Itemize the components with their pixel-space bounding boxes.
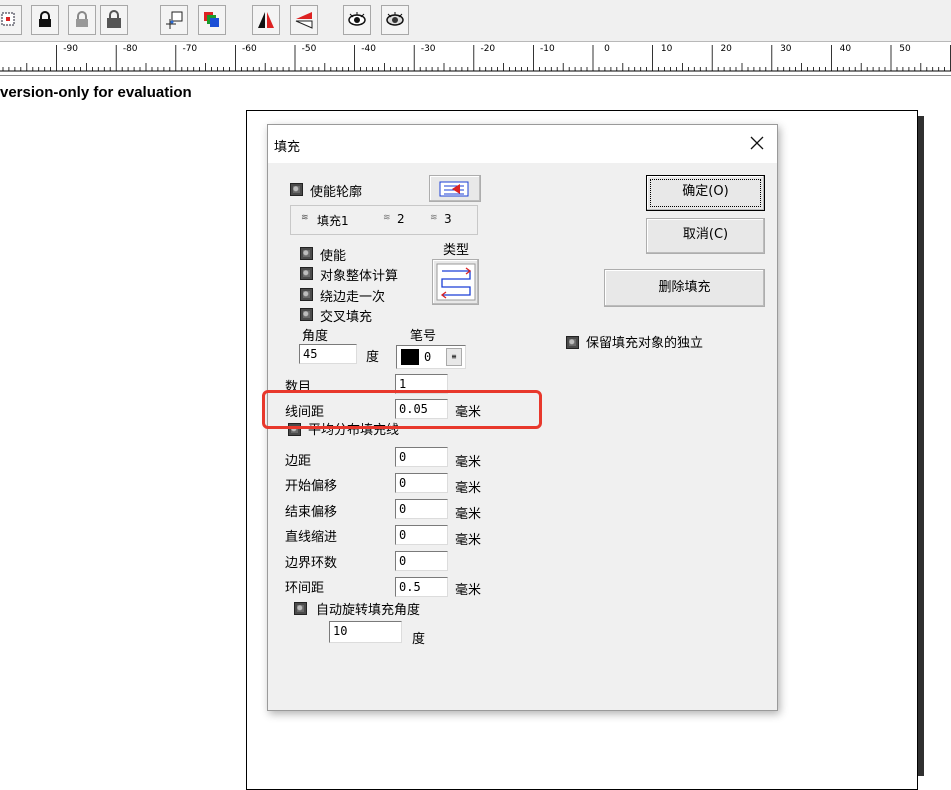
- delete-fill-button[interactable]: 删除填充: [604, 269, 765, 307]
- whole-calc-checkbox[interactable]: [300, 267, 313, 280]
- enable-checkbox[interactable]: [300, 247, 313, 260]
- keep-independent-checkbox[interactable]: [566, 336, 579, 349]
- horizontal-ruler: -90 -80 -70 -60 -50 -40 -30 -20 -10 0 10 20 30 40 50: [0, 42, 951, 76]
- ruler-label: -10: [540, 44, 555, 54]
- ruler-label: -60: [242, 44, 257, 54]
- view-eye-icon[interactable]: [343, 5, 371, 35]
- fill-type-icon: [436, 263, 476, 301]
- edge-once-checkbox[interactable]: [300, 288, 313, 301]
- ruler-label: 20: [720, 44, 732, 54]
- ruler-label: -70: [182, 44, 198, 54]
- loop-spacing-unit: 毫米: [455, 583, 482, 598]
- rotate-angle-input[interactable]: 10: [329, 621, 402, 643]
- layer-color-icon[interactable]: [198, 5, 226, 35]
- line-indent-unit: 毫米: [455, 533, 482, 548]
- ruler-label: 30: [780, 44, 792, 54]
- pen-label: 笔号: [410, 329, 437, 344]
- outline-pen-button[interactable]: [429, 175, 481, 202]
- outline-pen-icon: [439, 181, 469, 197]
- angle-label: 角度: [302, 329, 329, 344]
- tab-fill1[interactable]: 填充1: [317, 212, 349, 229]
- evaluation-notice: version-only for evaluation: [0, 84, 192, 101]
- lock-icon[interactable]: [31, 5, 59, 35]
- tab3-icon: ≋: [430, 213, 438, 223]
- loop-spacing-input[interactable]: 0.5: [395, 577, 448, 597]
- pen-number: 0: [424, 350, 432, 364]
- ruler-label: -30: [420, 44, 436, 54]
- dialog-title: 填充: [274, 140, 301, 155]
- enable-outline-checkbox[interactable]: [290, 183, 303, 196]
- fill-type-button[interactable]: [432, 259, 479, 305]
- tab-fill3[interactable]: 3: [444, 212, 452, 226]
- mirror-vertical-icon[interactable]: [290, 5, 318, 35]
- start-offset-unit: 毫米: [455, 481, 482, 496]
- border-loops-input[interactable]: 0: [395, 551, 448, 571]
- cancel-button-label: 取消(C): [682, 227, 729, 242]
- view-all-eye-icon[interactable]: [381, 5, 409, 35]
- enable-label: 使能: [320, 249, 347, 264]
- mirror-horizontal-icon[interactable]: [252, 5, 280, 35]
- end-offset-label: 结束偏移: [285, 505, 338, 520]
- position-icon[interactable]: [160, 5, 188, 35]
- line-indent-input[interactable]: 0: [395, 525, 448, 545]
- fill-tabs: ≋ 填充1 ≋ 2 ≋ 3: [290, 205, 478, 235]
- border-loops-label: 边界环数: [285, 556, 338, 571]
- toolbar: [0, 0, 951, 42]
- cross-fill-label: 交叉填充: [320, 310, 373, 325]
- close-icon[interactable]: [749, 135, 765, 151]
- unlock-icon[interactable]: [68, 5, 96, 35]
- ruler-label: 50: [899, 44, 911, 54]
- edge-once-label: 绕边走一次: [320, 290, 386, 305]
- keep-independent-label: 保留填充对象的独立: [586, 336, 704, 351]
- ok-button[interactable]: 确定(O): [646, 175, 765, 211]
- start-offset-input[interactable]: 0: [395, 473, 448, 493]
- end-offset-input[interactable]: 0: [395, 499, 448, 519]
- grid-select-icon[interactable]: [0, 5, 22, 35]
- enable-outline-label: 使能轮廓: [310, 185, 363, 200]
- pen-color-swatch: [401, 349, 419, 365]
- margin-input[interactable]: 0: [395, 447, 448, 467]
- ruler-label: -20: [480, 44, 496, 54]
- page-shadow: [918, 116, 924, 776]
- ruler-label: -90: [63, 44, 78, 54]
- auto-rotate-checkbox[interactable]: [294, 602, 307, 615]
- type-label: 类型: [443, 243, 470, 258]
- focus-rect: [650, 179, 761, 207]
- line-indent-label: 直线缩进: [285, 530, 338, 545]
- start-offset-label: 开始偏移: [285, 479, 338, 494]
- pen-select[interactable]: 0 ≡: [396, 345, 466, 369]
- ruler-label: -80: [122, 44, 138, 54]
- loop-spacing-label: 环间距: [285, 581, 325, 596]
- whole-calc-label: 对象整体计算: [320, 269, 399, 284]
- ruler-label: 0: [604, 44, 610, 54]
- delete-fill-button-label: 删除填充: [658, 280, 711, 295]
- margin-unit: 毫米: [455, 455, 482, 470]
- unlock-all-icon[interactable]: [100, 5, 128, 35]
- highlight-annotation: [262, 390, 542, 429]
- angle-unit: 度: [366, 350, 380, 365]
- tab-fill2[interactable]: 2: [397, 212, 405, 226]
- cross-fill-checkbox[interactable]: [300, 308, 313, 321]
- end-offset-unit: 毫米: [455, 507, 482, 522]
- auto-rotate-label: 自动旋转填充角度: [316, 603, 421, 618]
- ruler-label: 10: [660, 44, 673, 54]
- dialog-titlebar: 填充: [268, 125, 777, 163]
- angle-input[interactable]: 45: [299, 344, 357, 364]
- ruler-label: 40: [839, 44, 852, 54]
- pen-spin-icon[interactable]: ≡: [446, 348, 462, 366]
- ruler-label: -40: [361, 44, 376, 54]
- tab1-icon: ≋: [301, 213, 309, 223]
- tab2-icon: ≋: [383, 213, 391, 223]
- margin-label: 边距: [285, 454, 312, 469]
- ruler-label: -50: [301, 44, 317, 54]
- ruler-ticks: [0, 45, 951, 72]
- rotate-angle-unit: 度: [412, 632, 426, 647]
- cancel-button[interactable]: 取消(C): [646, 218, 765, 254]
